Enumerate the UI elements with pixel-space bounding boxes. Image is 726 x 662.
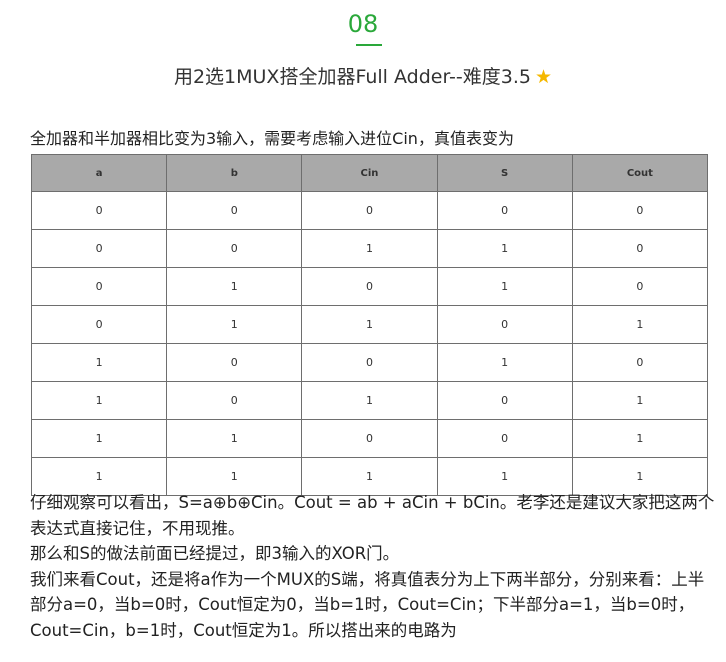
column-header-cout: Cout (571, 154, 709, 192)
table-cell: 0 (571, 191, 709, 230)
table-cell: 1 (30, 381, 168, 420)
table-cell: 0 (166, 229, 303, 268)
table-cell: 0 (301, 191, 438, 230)
body-text: 仔细观察可以看出，S=a⊕b⊕Cin。Cout = ab + aCin + bC… (30, 490, 720, 643)
table-row: 01010 (30, 267, 709, 306)
table-cell: 0 (436, 191, 573, 230)
truth-table: a b Cin S Cout 0000000110010100110110010… (30, 154, 709, 496)
table-row: 00110 (30, 229, 709, 268)
column-header-s: S (436, 154, 573, 192)
intro-text: 全加器和半加器相比变为3输入，需要考虑输入进位Cin，真值表变为 (30, 129, 514, 148)
table-cell: 1 (436, 343, 573, 382)
table-cell: 1 (571, 419, 709, 458)
table-cell: 0 (166, 191, 303, 230)
table-cell: 0 (30, 191, 168, 230)
table-cell: 0 (436, 419, 573, 458)
table-cell: 1 (166, 419, 303, 458)
table-row: 10010 (30, 343, 709, 382)
table-row: 10101 (30, 381, 709, 420)
table-cell: 0 (436, 381, 573, 420)
table-cell: 1 (30, 419, 168, 458)
paragraph: 那么和S的做法前面已经提过，即3输入的XOR门。 (30, 544, 400, 563)
table-cell: 0 (301, 267, 438, 306)
table-cell: 1 (571, 381, 709, 420)
table-cell: 0 (301, 419, 438, 458)
table-cell: 1 (30, 343, 168, 382)
table-cell: 0 (301, 343, 438, 382)
table-row: 01101 (30, 305, 709, 344)
table-cell: 1 (571, 305, 709, 344)
table-cell: 1 (436, 267, 573, 306)
table-cell: 1 (301, 229, 438, 268)
table-header-row: a b Cin S Cout (30, 154, 709, 192)
table-row: 11001 (30, 419, 709, 458)
column-header-b: b (166, 154, 303, 192)
column-header-a: a (30, 154, 168, 192)
article-title-text: 用2选1MUX搭全加器Full Adder--难度3.5 (173, 66, 531, 88)
table-cell: 0 (436, 305, 573, 344)
table-cell: 0 (571, 267, 709, 306)
table-cell: 0 (166, 343, 303, 382)
table-row: 00000 (30, 191, 709, 230)
table-cell: 1 (166, 267, 303, 306)
paragraph: 我们来看Cout，还是将a作为一个MUX的S端，将真值表分为上下两半部分，分别来… (30, 569, 705, 640)
table-cell: 1 (301, 305, 438, 344)
table-cell: 0 (30, 267, 168, 306)
table-cell: 0 (166, 381, 303, 420)
star-icon: ★ (534, 66, 553, 88)
table-cell: 0 (30, 229, 168, 268)
table-cell: 1 (436, 229, 573, 268)
article-title: 用2选1MUX搭全加器Full Adder--难度3.5 ★ (0, 62, 726, 92)
paragraph: 仔细观察可以看出，S=a⊕b⊕Cin。Cout = ab + aCin + bC… (30, 493, 715, 538)
section-divider (356, 44, 382, 46)
section-number: 08 (347, 10, 379, 38)
table-cell: 0 (571, 343, 709, 382)
table-cell: 0 (30, 305, 168, 344)
column-header-cin: Cin (301, 154, 438, 192)
table-cell: 1 (301, 381, 438, 420)
table-cell: 1 (166, 305, 303, 344)
table-cell: 0 (571, 229, 709, 268)
